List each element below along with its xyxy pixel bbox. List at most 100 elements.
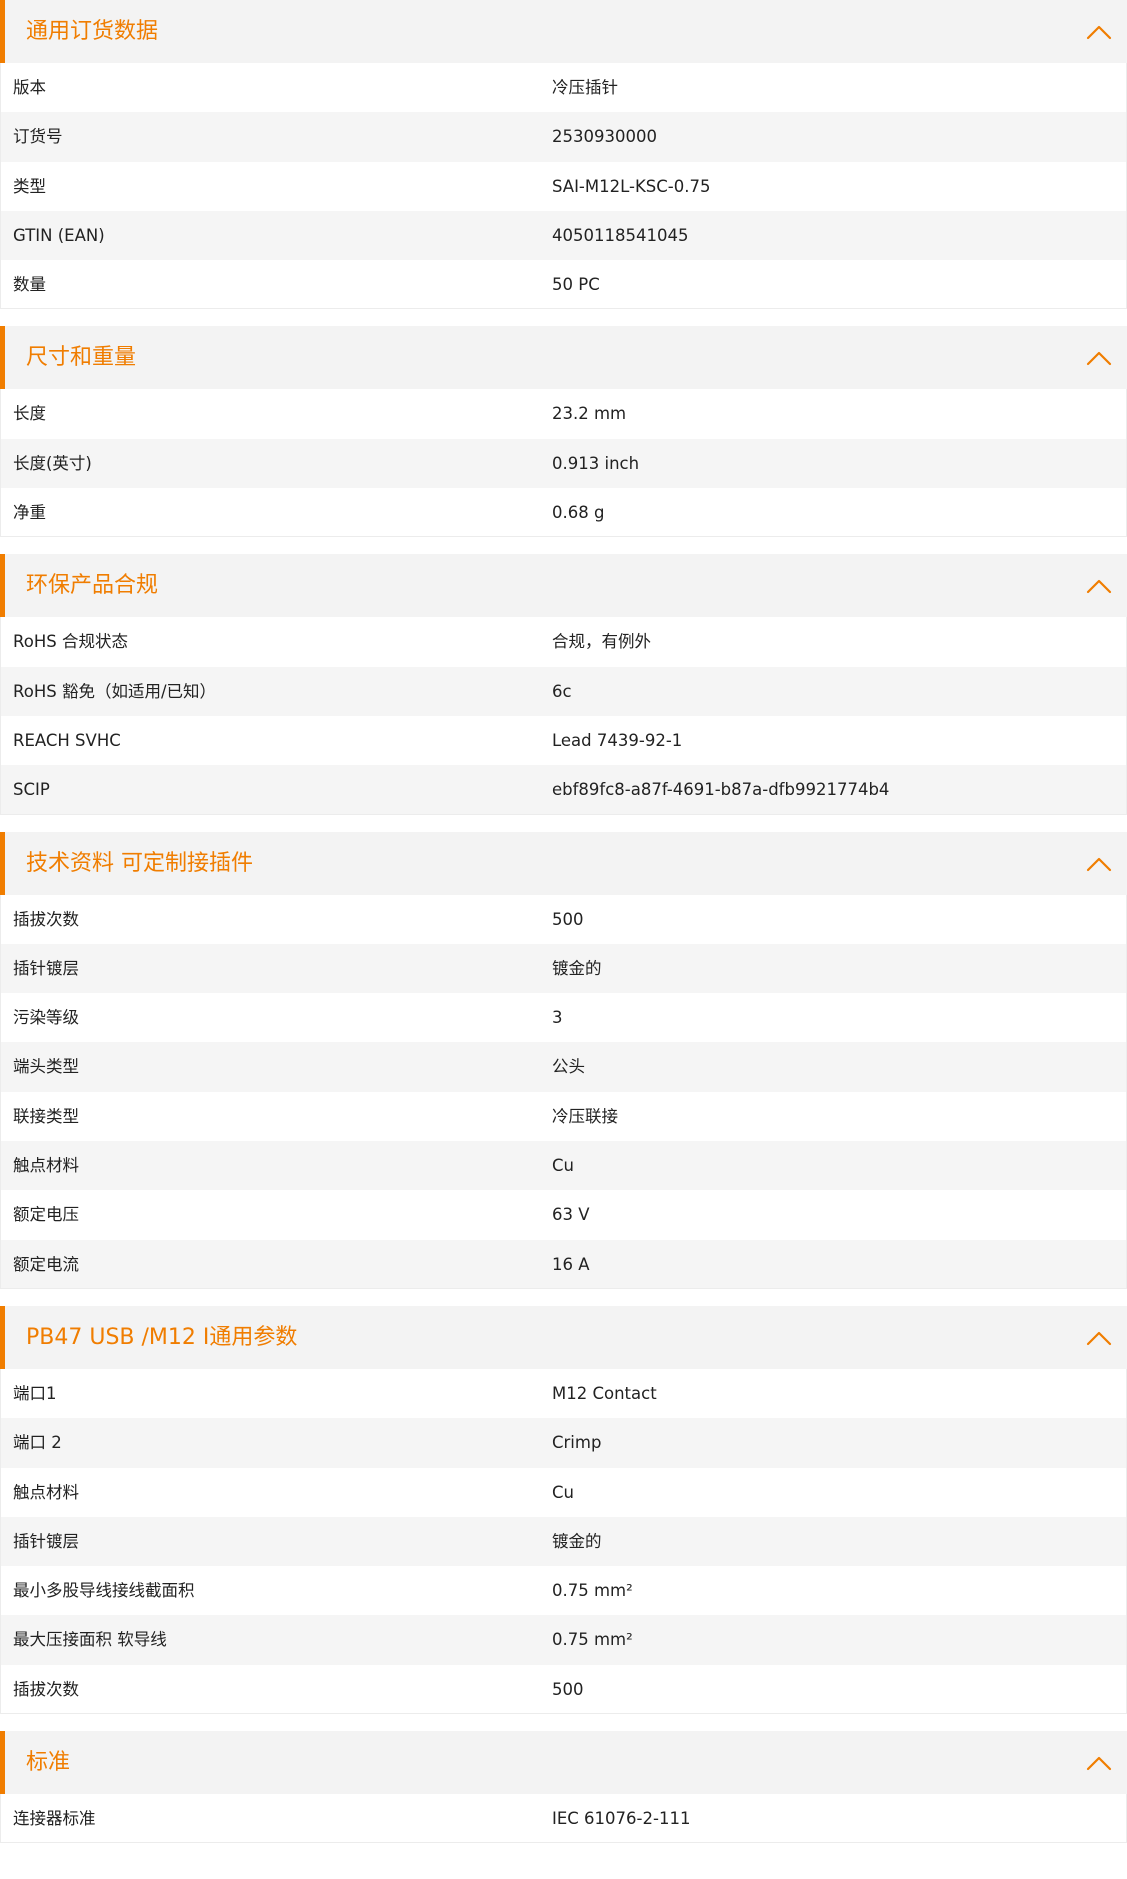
spec-value: 0.68 g: [552, 503, 605, 523]
spec-label: 类型: [13, 176, 46, 196]
spec-row: 长度 23.2 mm: [0, 389, 1127, 439]
spec-row: 净重 0.68 g: [0, 488, 1127, 538]
spec-section: 尺寸和重量长度 23.2 mm 长度(英寸) 0.913 inch 净重 0.68 g: [0, 326, 1127, 538]
spec-label: 额定电压: [13, 1205, 79, 1225]
section-header-toggle[interactable]: 环保产品合规: [0, 554, 1127, 618]
spec-row: 订货号 2530930000: [0, 112, 1127, 162]
section-header-toggle[interactable]: 通用订货数据: [0, 0, 1127, 63]
spec-row: 版本 冷压插针: [0, 63, 1127, 113]
spec-label: RoHS 合规状态: [13, 632, 128, 652]
spec-row: 端口1 M12 Contact: [0, 1368, 1127, 1419]
spec-row: 端口 2 Crimp: [0, 1418, 1127, 1468]
spec-value: Lead 7439-92-1: [552, 730, 683, 750]
spec-value: 23.2 mm: [552, 404, 627, 424]
spec-label: 版本: [13, 78, 46, 97]
spec-value: 冷压插针: [552, 78, 618, 97]
spec-label: 插拔次数: [13, 1679, 79, 1699]
section-header-toggle[interactable]: 尺寸和重量: [0, 326, 1127, 390]
spec-label: 连接器标准: [13, 1809, 96, 1829]
spec-row: 插拔次数 500: [0, 894, 1127, 944]
chevron-up-icon[interactable]: [1085, 1324, 1113, 1352]
section-header-toggle[interactable]: 标准: [0, 1731, 1127, 1795]
spec-label: 额定电流: [13, 1254, 79, 1274]
spec-label: 端口1: [13, 1383, 57, 1403]
spec-label: GTIN (EAN): [13, 225, 105, 245]
section-title: 技术资料 可定制接插件: [26, 850, 253, 876]
chevron-up-icon[interactable]: [1085, 344, 1113, 372]
spec-section: 通用订货数据版本 冷压插针订货号 2530930000 类型 SAI-M12L-KSC-…: [0, 0, 1127, 310]
spec-row: 插针镀层 镀金的: [0, 943, 1127, 994]
chevron-up-icon[interactable]: [1085, 18, 1113, 46]
section-title: PB47 USB /M12 I通用参数: [26, 1324, 298, 1350]
spec-label: 净重: [13, 503, 46, 523]
spec-row: SCIP ebf89fc8-a87f-4691-b87a-dfb9921774b4: [0, 765, 1127, 815]
spec-value: 镀金的: [552, 958, 602, 978]
spec-value: 2530930000: [552, 127, 657, 147]
spec-value: 4050118541045: [552, 225, 689, 245]
spec-row: 端头类型 公头: [0, 1042, 1127, 1092]
spec-row: 最小多股导线接线截面积 0.75 mm²: [0, 1566, 1127, 1616]
section-title: 尺寸和重量: [26, 345, 137, 371]
spec-label: SCIP: [13, 780, 50, 800]
spec-label: 触点材料: [13, 1156, 79, 1176]
spec-row: 长度(英寸) 0.913 inch: [0, 438, 1127, 489]
section-title: 标准: [26, 1750, 71, 1776]
section-header-toggle[interactable]: PB47 USB /M12 I通用参数: [0, 1305, 1127, 1369]
spec-label: 插针镀层: [13, 1531, 79, 1551]
section-spacer: [0, 309, 1127, 327]
spec-label: 联接类型: [13, 1106, 79, 1126]
spec-value: 63 V: [552, 1205, 590, 1225]
spec-value: 500: [552, 1679, 584, 1699]
spec-row: GTIN (EAN) 4050118541045: [0, 210, 1127, 261]
spec-label: 长度: [13, 404, 46, 424]
spec-value: Cu: [552, 1156, 574, 1176]
spec-label: REACH SVHC: [13, 730, 121, 750]
spec-label: 污染等级: [13, 1008, 79, 1028]
section-spacer: [0, 1714, 1127, 1732]
spec-label: 端头类型: [13, 1057, 79, 1077]
spec-value: Crimp: [552, 1433, 602, 1453]
spec-value: 6c: [552, 681, 572, 701]
spec-value: 0.75 mm²: [552, 1630, 633, 1650]
spec-row: RoHS 豁免（如适用/已知） 6c: [0, 666, 1127, 716]
spec-value: Cu: [552, 1482, 574, 1502]
chevron-up-icon[interactable]: [1085, 572, 1113, 600]
spec-value: 16 A: [552, 1254, 590, 1274]
spec-label: 数量: [13, 275, 46, 295]
spec-row: 联接类型 冷压联接: [0, 1091, 1127, 1142]
spec-label: 插针镀层: [13, 958, 79, 978]
spec-value: 50 PC: [552, 275, 600, 295]
spec-section: 技术资料 可定制接插件插拔次数 500 插针镀层 镀金的污染等级 3 端头类型 公头联接类型…: [0, 831, 1127, 1289]
section-spacer: [0, 1288, 1127, 1306]
spec-row: 触点材料 Cu: [0, 1467, 1127, 1517]
spec-value: 0.913 inch: [552, 453, 640, 473]
spec-row: 污染等级 3: [0, 993, 1127, 1043]
spec-row: 额定电压 63 V: [0, 1190, 1127, 1240]
spec-row: 数量 50 PC: [0, 260, 1127, 310]
spec-label: 端口 2: [13, 1433, 62, 1453]
spec-row: 最大压接面积 软导线 0.75 mm²: [0, 1615, 1127, 1665]
section-spacer: [0, 537, 1127, 555]
spec-label: 触点材料: [13, 1482, 79, 1502]
chevron-up-icon[interactable]: [1085, 850, 1113, 878]
spec-value: ebf89fc8-a87f-4691-b87a-dfb9921774b4: [552, 780, 890, 800]
spec-row: 连接器标准 IEC 61076-2-111: [0, 1794, 1127, 1844]
spec-label: 订货号: [13, 127, 63, 147]
spec-section: 标准连接器标准 IEC 61076-2-111: [0, 1731, 1127, 1844]
section-header-toggle[interactable]: 技术资料 可定制接插件: [0, 831, 1127, 895]
spec-row: 插针镀层 镀金的: [0, 1516, 1127, 1567]
spec-row: 额定电流 16 A: [0, 1239, 1127, 1289]
spec-value: 合规，有例外: [552, 632, 651, 652]
spec-value: SAI-M12L-KSC-0.75: [552, 176, 711, 196]
spec-label: RoHS 豁免（如适用/已知）: [13, 681, 217, 701]
spec-value: 公头: [552, 1057, 585, 1077]
spec-label: 最小多股导线接线截面积: [13, 1581, 195, 1601]
section-spacer: [0, 814, 1127, 832]
spec-row: 类型 SAI-M12L-KSC-0.75: [0, 161, 1127, 211]
spec-value: 500: [552, 909, 584, 929]
spec-section: PB47 USB /M12 I通用参数端口1 M12 Contact 端口 2 Cri…: [0, 1305, 1127, 1715]
spec-value: IEC 61076-2-111: [552, 1809, 691, 1829]
spec-value: 冷压联接: [552, 1106, 618, 1126]
spec-value: 3: [552, 1008, 563, 1028]
chevron-up-icon[interactable]: [1085, 1749, 1113, 1777]
